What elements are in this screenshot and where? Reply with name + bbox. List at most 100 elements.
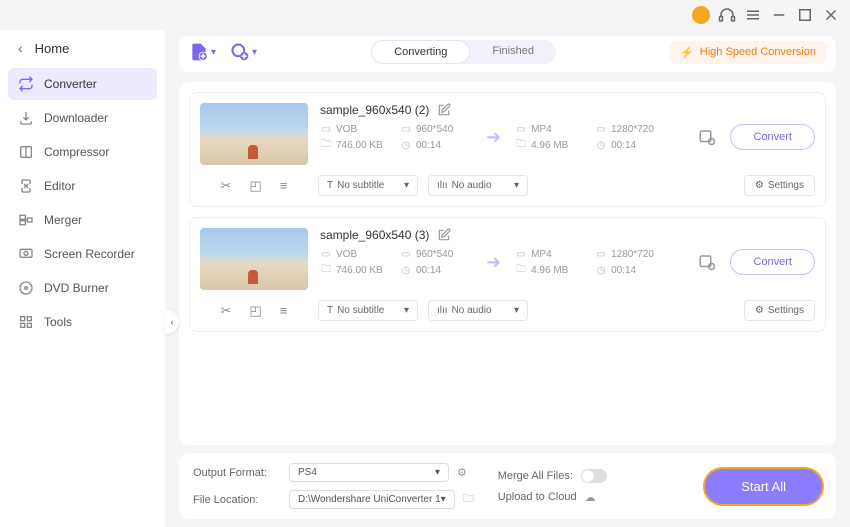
- resolution-icon: ▭: [400, 248, 412, 260]
- tab-finished[interactable]: Finished: [470, 40, 556, 64]
- file-location-value: D:\Wondershare UniConverter 1: [298, 494, 441, 505]
- start-all-button[interactable]: Start All: [705, 469, 822, 504]
- headset-icon[interactable]: [718, 6, 736, 24]
- audio-select[interactable]: ılııNo audio ▾: [428, 300, 528, 321]
- add-file-button[interactable]: ▾: [189, 42, 216, 62]
- sidebar-label: Merger: [44, 213, 82, 227]
- audio-value: No audio: [452, 305, 492, 316]
- high-speed-button[interactable]: ⚡ High Speed Conversion: [670, 41, 826, 64]
- sidebar-item-merger[interactable]: Merger: [8, 204, 157, 236]
- sidebar-item-downloader[interactable]: Downloader: [8, 102, 157, 134]
- compressor-icon: [18, 144, 34, 160]
- subtitle-icon: T: [327, 180, 333, 191]
- arrow-right-icon: ➜: [480, 127, 507, 148]
- trim-icon[interactable]: ✂: [221, 303, 232, 319]
- close-icon[interactable]: [822, 6, 840, 24]
- add-url-button[interactable]: ▾: [230, 42, 257, 62]
- output-format-select[interactable]: PS4 ▾: [289, 463, 449, 482]
- item-settings-button[interactable]: ⚙ Settings: [744, 300, 815, 321]
- audio-icon: ılıı: [437, 180, 448, 191]
- file-location-select[interactable]: D:\Wondershare UniConverter 1 ▾: [289, 490, 455, 509]
- recorder-icon: [18, 246, 34, 262]
- audio-value: No audio: [452, 180, 492, 191]
- sidebar: ‹ Home Converter Downloader Compressor E…: [0, 30, 165, 527]
- collapse-chevron-icon[interactable]: ‹: [165, 310, 179, 334]
- format-icon: ▭: [320, 248, 332, 260]
- tools-icon: [18, 314, 34, 330]
- output-settings-icon[interactable]: [698, 128, 716, 146]
- sidebar-item-converter[interactable]: Converter: [8, 68, 157, 100]
- subtitle-select[interactable]: TNo subtitle ▾: [318, 300, 418, 321]
- maximize-icon[interactable]: [796, 6, 814, 24]
- clock-icon: ◷: [595, 264, 607, 276]
- chevron-down-icon: ▾: [404, 180, 409, 191]
- chevron-left-icon: ‹: [18, 40, 23, 56]
- src-duration: 00:14: [416, 140, 441, 151]
- merge-toggle[interactable]: [581, 469, 607, 483]
- high-speed-label: High Speed Conversion: [700, 46, 816, 58]
- trim-icon[interactable]: ✂: [221, 178, 232, 194]
- output-format-label: Output Format:: [193, 467, 281, 479]
- video-thumbnail[interactable]: [200, 228, 308, 290]
- more-icon[interactable]: ≡: [280, 303, 288, 319]
- sidebar-label: Converter: [44, 77, 97, 91]
- video-thumbnail[interactable]: [200, 103, 308, 165]
- folder-icon: 🗀: [515, 264, 527, 276]
- user-avatar[interactable]: [692, 6, 710, 24]
- minimize-icon[interactable]: [770, 6, 788, 24]
- chevron-down-icon: ▾: [435, 467, 440, 478]
- crop-icon[interactable]: ◰: [250, 303, 262, 319]
- converter-icon: [18, 76, 34, 92]
- chevron-down-icon: ▾: [211, 47, 216, 58]
- edit-title-icon[interactable]: [437, 103, 451, 117]
- menu-icon[interactable]: [744, 6, 762, 24]
- tab-switch: Converting Finished: [371, 40, 556, 64]
- sidebar-label: Compressor: [44, 145, 109, 159]
- resolution-icon: ▭: [595, 123, 607, 135]
- more-icon[interactable]: ≡: [280, 178, 288, 194]
- lightning-icon: ⚡: [680, 46, 694, 59]
- sidebar-label: DVD Burner: [44, 281, 109, 295]
- sidebar-label: Downloader: [44, 111, 108, 125]
- chevron-down-icon: ▾: [514, 180, 519, 191]
- output-settings-gear-icon[interactable]: ⚙: [457, 466, 467, 479]
- sidebar-item-screen-recorder[interactable]: Screen Recorder: [8, 238, 157, 270]
- open-folder-icon[interactable]: 🗀: [463, 490, 474, 509]
- merger-icon: [18, 212, 34, 228]
- src-size: 746.00 KB: [336, 140, 383, 151]
- sidebar-item-compressor[interactable]: Compressor: [8, 136, 157, 168]
- folder-icon: 🗀: [515, 139, 527, 151]
- src-resolution: 960*540: [416, 249, 453, 260]
- gear-icon: ⚙: [755, 305, 764, 316]
- format-icon: ▭: [515, 123, 527, 135]
- sidebar-item-editor[interactable]: Editor: [8, 170, 157, 202]
- sidebar-label: Tools: [44, 315, 72, 329]
- convert-button[interactable]: Convert: [730, 249, 815, 275]
- toolbar: ▾ ▾ Converting Finished ⚡ High Speed Con…: [179, 36, 836, 72]
- audio-select[interactable]: ılıı No audio ▾: [428, 175, 528, 196]
- clock-icon: ◷: [595, 139, 607, 151]
- chevron-down-icon: ▾: [252, 47, 257, 58]
- file-list: sample_960x540 (2) ▭VOB 🗀746.00 KB ▭960*…: [179, 82, 836, 445]
- edit-title-icon[interactable]: [437, 228, 451, 242]
- subtitle-select[interactable]: TNo subtitle ▾: [318, 175, 418, 196]
- sidebar-item-dvd-burner[interactable]: DVD Burner: [8, 272, 157, 304]
- tab-converting[interactable]: Converting: [371, 40, 470, 64]
- output-settings-icon[interactable]: [698, 253, 716, 271]
- dst-format: MP4: [531, 249, 552, 260]
- cloud-icon[interactable]: ☁: [585, 491, 596, 504]
- download-icon: [18, 110, 34, 126]
- folder-icon: 🗀: [320, 264, 332, 276]
- convert-button[interactable]: Convert: [730, 124, 815, 150]
- dst-resolution: 1280*720: [611, 249, 654, 260]
- dst-duration: 00:14: [611, 140, 636, 151]
- item-settings-button[interactable]: ⚙ Settings: [744, 175, 815, 196]
- dst-resolution: 1280*720: [611, 124, 654, 135]
- sidebar-item-tools[interactable]: Tools: [8, 306, 157, 338]
- dvd-icon: [18, 280, 34, 296]
- file-card: sample_960x540 (2) ▭VOB 🗀746.00 KB ▭960*…: [189, 92, 826, 207]
- add-url-icon: [230, 42, 250, 62]
- editor-icon: [18, 178, 34, 194]
- back-home[interactable]: ‹ Home: [8, 34, 157, 62]
- crop-icon[interactable]: ◰: [250, 178, 262, 194]
